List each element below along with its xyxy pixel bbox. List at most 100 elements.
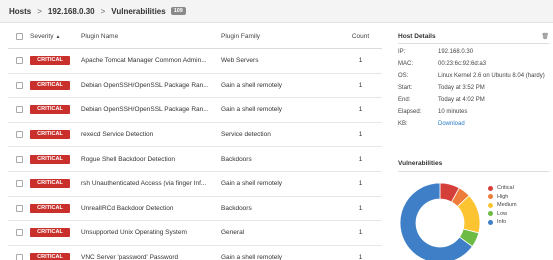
plugin-name[interactable]: rsh Unauthenticated Access (via finger I… — [81, 180, 221, 187]
legend-item[interactable]: High — [488, 193, 517, 202]
row-checkbox[interactable] — [15, 229, 23, 237]
chart-legend: Critical High Medium Low Info — [488, 184, 517, 227]
severity-badge: CRITICAL — [30, 130, 70, 140]
vulnerability-count: 1 — [358, 131, 363, 139]
vulnerability-count: 1 — [358, 81, 363, 89]
select-all-checkbox[interactable] — [15, 32, 23, 40]
severity-badge: CRITICAL — [30, 253, 70, 260]
plugin-name[interactable]: Unsupported Unix Operating System — [81, 229, 221, 236]
host-detail-row: End: Today at 4:02 PM — [398, 97, 549, 104]
host-details-heading: Host Details 🗑 — [398, 30, 549, 44]
download-link[interactable]: Download — [438, 121, 548, 128]
host-detail-label: Start: — [398, 85, 413, 91]
plugin-name[interactable]: Apache Tomcat Manager Common Admin... — [81, 57, 221, 64]
severity-badge: CRITICAL — [30, 228, 70, 238]
host-detail-label: KB: — [398, 121, 408, 127]
host-detail-value: Today at 4:02 PM — [438, 97, 485, 103]
table-row[interactable]: CRITICAL VNC Server 'password' Password Ga… — [8, 245, 382, 260]
host-detail-row: OS: Linux Kernel 2.6 on Ubuntu 8.04 (hard… — [398, 73, 549, 80]
legend-label: Critical — [497, 185, 514, 192]
row-checkbox[interactable] — [15, 180, 23, 188]
row-checkbox[interactable] — [15, 81, 23, 89]
plugin-family: Gain a shell remotely — [221, 254, 283, 260]
legend-label: High — [497, 193, 509, 200]
plugin-family: General — [221, 229, 245, 237]
host-detail-row: Start: Today at 3:52 PM — [398, 85, 549, 92]
host-detail-row: MAC: 00:23:6c:92:6d:a3 — [398, 61, 549, 68]
vulnerability-count: 1 — [358, 155, 363, 163]
host-detail-label: Elapsed: — [398, 109, 422, 115]
host-detail-label: OS: — [398, 73, 409, 79]
legend-swatch — [488, 219, 493, 225]
legend-item[interactable]: Critical — [488, 184, 517, 193]
vulnerability-count-badge: 109 — [170, 7, 186, 15]
row-checkbox[interactable] — [15, 57, 23, 65]
breadcrumb-hosts[interactable]: Hosts — [9, 7, 31, 16]
host-detail-label: IP: — [398, 49, 406, 55]
trash-icon[interactable]: 🗑 — [541, 33, 549, 40]
plugin-family: Web Servers — [221, 57, 259, 65]
sort-ascending-icon: ▲ — [55, 33, 61, 40]
host-detail-row: KB: Download — [398, 121, 549, 128]
vulnerability-count: 1 — [358, 106, 363, 114]
plugin-name[interactable]: rexecd Service Detection — [81, 131, 221, 138]
legend-label: Info — [497, 219, 507, 226]
severity-badge: CRITICAL — [30, 179, 70, 189]
table-row[interactable]: CRITICAL Apache Tomcat Manager Common Adm… — [8, 49, 382, 74]
row-checkbox[interactable] — [15, 155, 23, 163]
legend-label: Medium — [497, 202, 517, 209]
table-row[interactable]: CRITICAL Unsupported Unix Operating Syste… — [8, 221, 382, 246]
plugin-family: Gain a shell remotely — [221, 81, 283, 89]
table-row[interactable]: CRITICAL Debian OpenSSH/OpenSSL Package R… — [8, 98, 382, 123]
severity-badge: CRITICAL — [30, 80, 70, 90]
host-detail-row: IP: 192.168.0.30 — [398, 49, 549, 56]
table-row[interactable]: CRITICAL rsh Unauthenticated Access (via … — [8, 172, 382, 197]
host-detail-value: Today at 3:52 PM — [438, 85, 485, 91]
severity-badge: CRITICAL — [30, 56, 70, 66]
row-checkbox[interactable] — [15, 131, 23, 139]
plugin-family: Gain a shell remotely — [221, 180, 283, 188]
table-row[interactable]: CRITICAL rexecd Service Detection Service … — [8, 123, 382, 148]
plugin-name-column-header[interactable]: Plugin Name — [81, 33, 221, 40]
host-detail-value: Linux Kernel 2.6 on Ubuntu 8.04 (hardy) — [438, 73, 545, 79]
breadcrumb-current: Vulnerabilities — [111, 6, 166, 16]
table-row[interactable]: CRITICAL Rogue Shell Backdoor Detection Ba… — [8, 147, 382, 172]
count-column-header[interactable]: Count — [339, 33, 382, 40]
host-details-panel: Host Details 🗑 IP: 192.168.0.30 MAC: 00:23:6… — [398, 30, 549, 128]
table-row[interactable]: CRITICAL UnrealIRCd Backdoor Detection Bac… — [8, 196, 382, 222]
row-checkbox[interactable] — [15, 204, 23, 212]
plugin-name[interactable]: VNC Server 'password' Password — [81, 254, 221, 260]
plugin-family: Backdoors — [221, 204, 252, 212]
plugin-family: Backdoors — [221, 155, 252, 163]
plugin-name[interactable]: UnrealIRCd Backdoor Detection — [81, 205, 221, 212]
severity-badge: CRITICAL — [30, 154, 70, 164]
plugin-name[interactable]: Rogue Shell Backdoor Detection — [81, 156, 221, 163]
host-detail-row: Elapsed: 10 minutes — [398, 109, 549, 116]
vulnerabilities-heading: Vulnerabilities — [398, 160, 549, 172]
vulnerability-count: 1 — [358, 254, 363, 260]
severity-badge: CRITICAL — [30, 105, 70, 115]
host-detail-value: 10 minutes — [438, 109, 468, 115]
row-checkbox[interactable] — [15, 254, 23, 260]
severity-badge: CRITICAL — [30, 203, 70, 213]
table-row[interactable]: CRITICAL Debian OpenSSH/OpenSSL Package R… — [8, 74, 382, 99]
vulnerabilities-table: Severity ▲ Plugin Name Plugin Family Coun… — [8, 24, 382, 260]
host-detail-value: 00:23:6c:92:6d:a3 — [438, 61, 487, 67]
breadcrumb-separator: > — [37, 6, 42, 16]
plugin-family-column-header[interactable]: Plugin Family — [221, 33, 339, 40]
legend-item[interactable]: Low — [488, 210, 517, 219]
severity-column-header[interactable]: Severity ▲ — [30, 33, 81, 40]
plugin-name[interactable]: Debian OpenSSH/OpenSSL Package Ran... — [81, 82, 221, 89]
breadcrumb-host-ip[interactable]: 192.168.0.30 — [48, 7, 95, 16]
row-checkbox[interactable] — [15, 106, 23, 114]
plugin-family: Service detection — [221, 131, 271, 139]
host-detail-value: 192.168.0.30 — [438, 49, 474, 55]
legend-item[interactable]: Info — [488, 218, 517, 227]
vulnerability-count: 1 — [358, 229, 363, 237]
legend-swatch — [488, 185, 493, 191]
legend-label: Low — [497, 210, 508, 217]
legend-item[interactable]: Medium — [488, 201, 517, 210]
breadcrumb-separator: > — [100, 6, 106, 16]
plugin-name[interactable]: Debian OpenSSH/OpenSSL Package Ran... — [81, 106, 221, 113]
host-detail-label: End: — [398, 97, 411, 103]
